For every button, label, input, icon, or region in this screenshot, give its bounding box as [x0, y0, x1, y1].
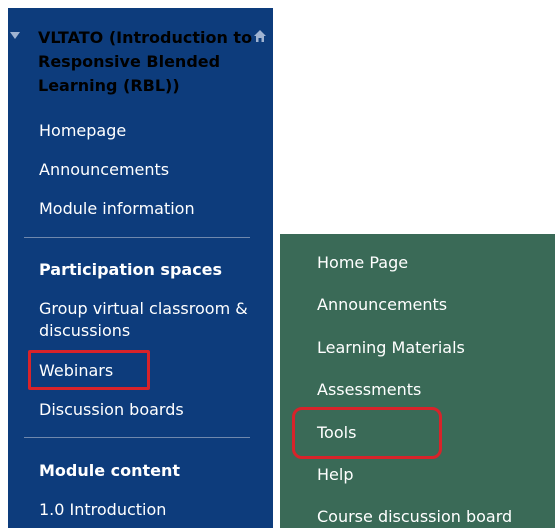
left-item-announcements[interactable]: Announcements — [39, 159, 169, 181]
left-item-introduction[interactable]: 1.0 Introduction — [39, 499, 166, 521]
left-item-homepage[interactable]: Homepage — [39, 120, 126, 142]
left-item-module-information[interactable]: Module information — [39, 198, 195, 220]
right-item-help[interactable]: Help — [317, 465, 353, 484]
right-item-learning-materials[interactable]: Learning Materials — [317, 338, 465, 357]
section-heading-participation: Participation spaces — [39, 260, 223, 279]
left-item-group-virtual-classroom[interactable]: Group virtual classroom & discussions — [39, 298, 254, 342]
course-title: VLTATO (Introduction to Responsive Blend… — [38, 28, 253, 95]
right-item-course-discussion-board[interactable]: Course discussion board — [317, 507, 512, 526]
right-item-announcements[interactable]: Announcements — [317, 295, 447, 314]
right-item-home-page[interactable]: Home Page — [317, 253, 408, 272]
left-item-discussion-boards[interactable]: Discussion boards — [39, 399, 184, 421]
section-heading-module-content: Module content — [39, 461, 181, 480]
right-item-assessments[interactable]: Assessments — [317, 380, 421, 399]
webinars-highlight-box — [28, 350, 150, 390]
collapse-triangle-icon[interactable] — [10, 32, 20, 39]
home-icon[interactable] — [253, 29, 267, 43]
divider — [24, 237, 250, 238]
tools-highlight-box — [292, 407, 442, 459]
divider — [24, 437, 250, 438]
